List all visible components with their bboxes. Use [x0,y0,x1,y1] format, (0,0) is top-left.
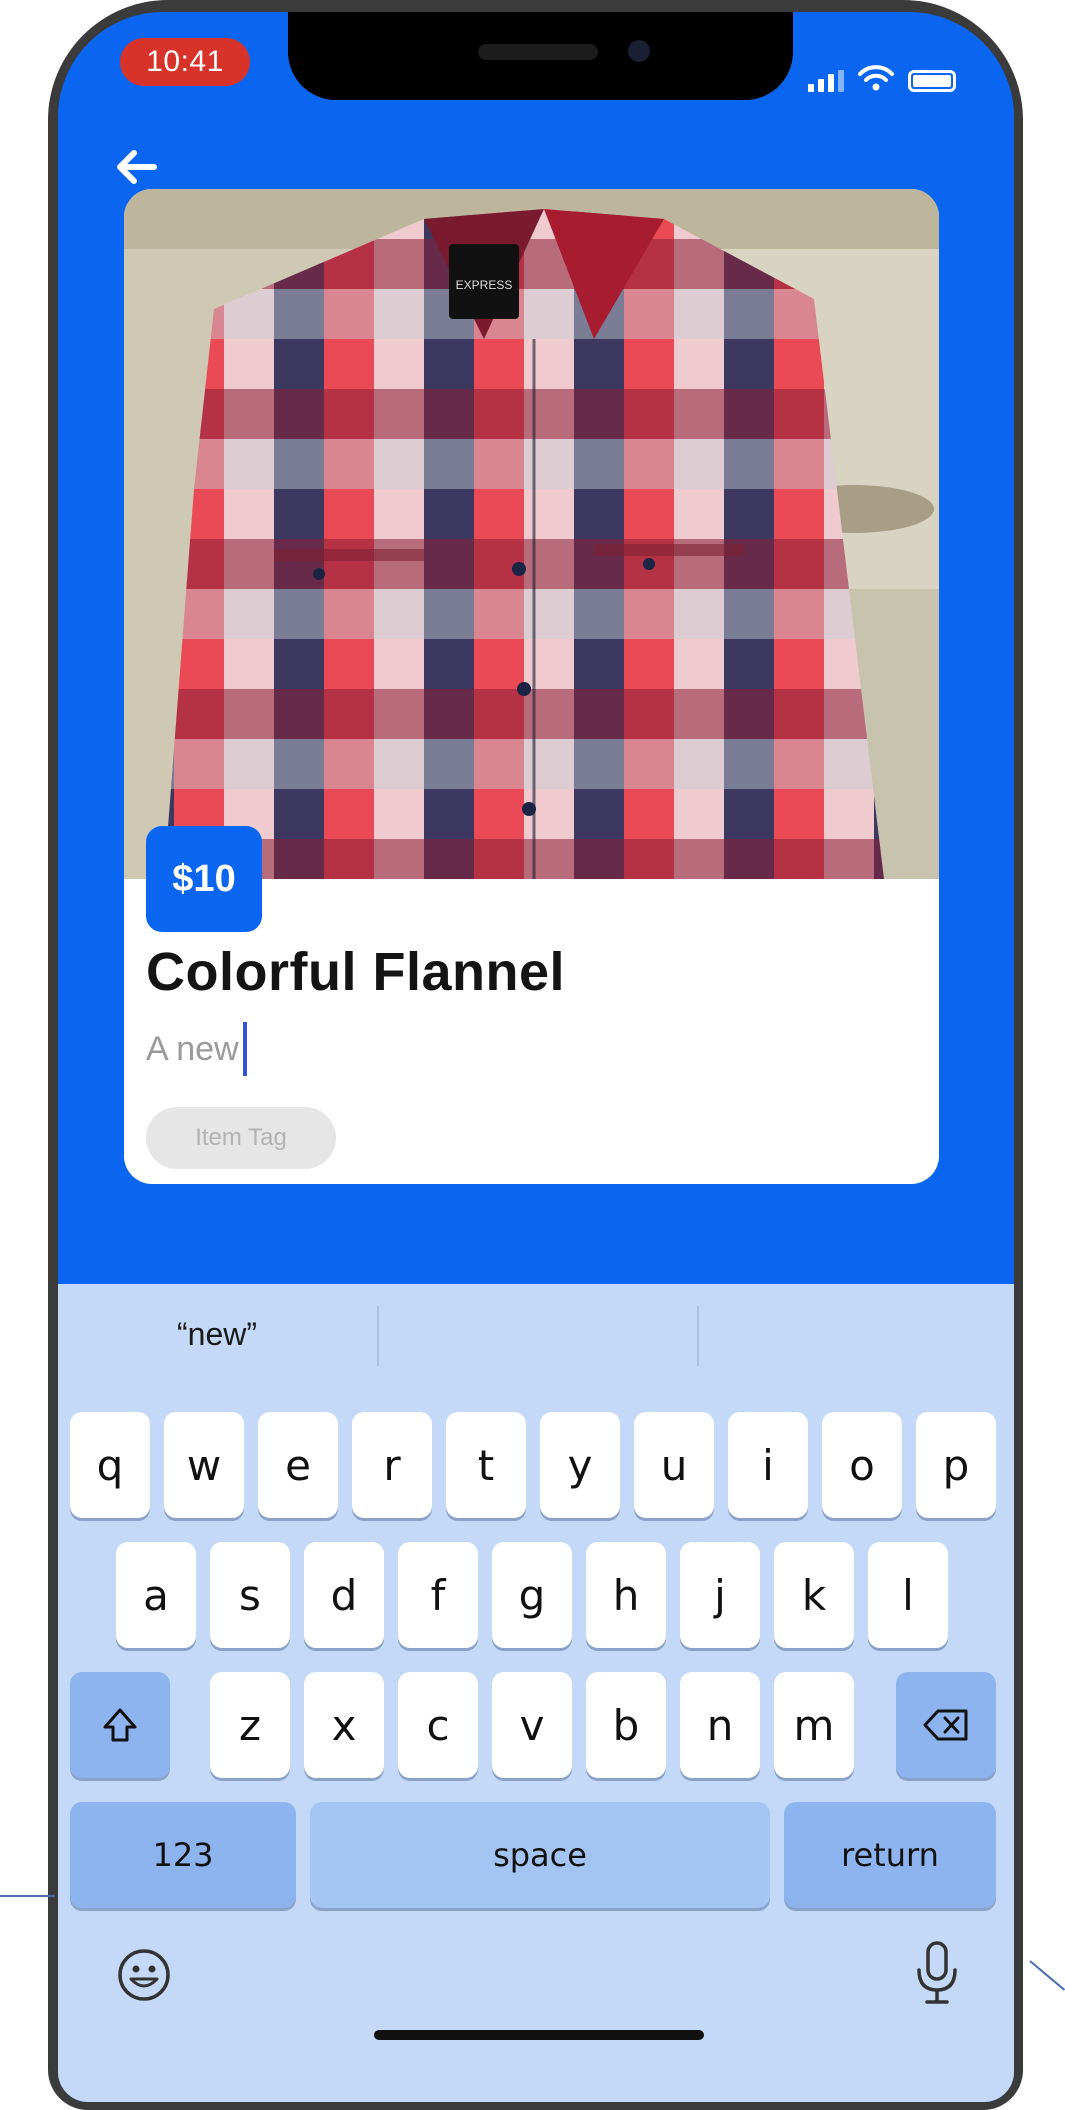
key-s[interactable]: s [210,1542,290,1648]
key-i[interactable]: i [728,1412,808,1518]
key-v[interactable]: v [492,1672,572,1778]
delete-icon [923,1709,968,1741]
emoji-button[interactable] [116,1947,172,2003]
shift-key[interactable] [70,1672,170,1778]
suggestion-2[interactable] [379,1284,697,1384]
shift-icon [103,1708,137,1742]
key-k[interactable]: k [774,1542,854,1648]
back-button[interactable] [108,142,164,192]
key-a[interactable]: a [116,1542,196,1648]
key-o[interactable]: o [822,1412,902,1518]
key-t[interactable]: t [446,1412,526,1518]
return-key[interactable]: return [784,1802,996,1908]
description-value: A new [146,1029,239,1068]
suggestion-3[interactable] [699,1284,1014,1384]
keyboard: “new” q w e r t y u i o p a s d f g h j … [58,1284,1014,2102]
emoji-icon [118,1949,170,2001]
item-photo[interactable]: EXPRESS [124,189,939,879]
space-key[interactable]: space [310,1802,770,1908]
delete-key[interactable] [896,1672,996,1778]
flannel-shirt-image: EXPRESS [124,189,939,879]
wifi-icon [858,65,894,91]
status-time: 10:41 [120,38,250,86]
suggestion-bar: “new” [58,1284,1014,1384]
text-caret [242,1022,247,1076]
key-b[interactable]: b [586,1672,666,1778]
item-title[interactable]: Colorful Flannel [146,941,565,1003]
dictation-button[interactable] [913,1940,961,2006]
numbers-key[interactable]: 123 [70,1802,296,1908]
svg-text:EXPRESS: EXPRESS [456,278,513,292]
key-g[interactable]: g [492,1542,572,1648]
frame-outline-right [1029,1960,1065,1991]
front-camera [628,40,650,62]
key-d[interactable]: d [304,1542,384,1648]
key-n[interactable]: n [680,1672,760,1778]
key-h[interactable]: h [586,1542,666,1648]
notch [288,12,793,100]
arrow-left-icon [117,150,157,184]
cellular-signal-icon [808,70,844,92]
key-x[interactable]: x [304,1672,384,1778]
speaker [478,44,598,60]
listing-card: EXPRESS $10 Colorful Flannel A new Item … [124,189,939,1184]
key-u[interactable]: u [634,1412,714,1518]
key-l[interactable]: l [868,1542,948,1648]
microphone-icon [917,1941,957,2004]
key-m[interactable]: m [774,1672,854,1778]
key-e[interactable]: e [258,1412,338,1518]
key-z[interactable]: z [210,1672,290,1778]
key-f[interactable]: f [398,1542,478,1648]
home-indicator[interactable] [374,2030,704,2040]
battery-icon [908,70,956,92]
item-tag-chip[interactable]: Item Tag [146,1107,336,1169]
suggestion-1[interactable]: “new” [58,1284,376,1384]
price-badge[interactable]: $10 [146,826,262,932]
frame-outline-left [0,1895,55,1897]
key-p[interactable]: p [916,1412,996,1518]
key-q[interactable]: q [70,1412,150,1518]
key-c[interactable]: c [398,1672,478,1778]
phone-screen: 10:41 EXPRESS $10 Colorful Flannel A new… [58,12,1014,2102]
key-r[interactable]: r [352,1412,432,1518]
key-j[interactable]: j [680,1542,760,1648]
description-input[interactable]: A new [146,1019,916,1079]
key-y[interactable]: y [540,1412,620,1518]
status-icons [808,64,956,92]
key-w[interactable]: w [164,1412,244,1518]
